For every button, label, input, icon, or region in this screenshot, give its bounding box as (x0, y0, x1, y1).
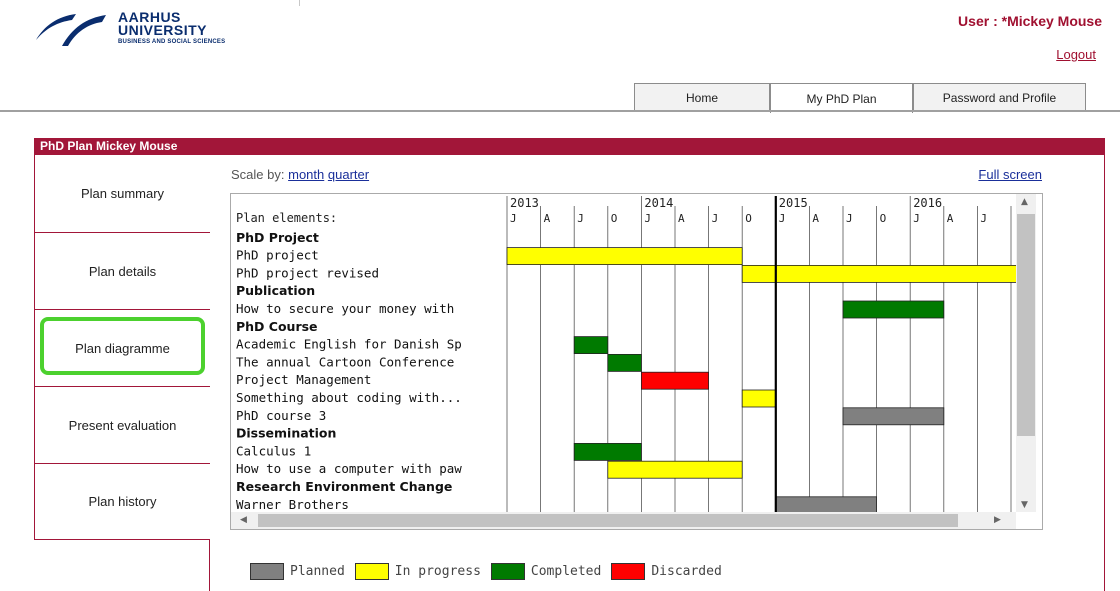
sidebar-item-plan-summary[interactable]: Plan summary (34, 155, 210, 233)
user-label: User : *Mickey Mouse (958, 13, 1102, 29)
horizontal-scroll-thumb[interactable] (258, 514, 958, 527)
scroll-left-icon[interactable]: ◀ (240, 515, 247, 525)
logo-text-university: UNIVERSITY (118, 22, 208, 38)
logout-link[interactable]: Logout (1056, 47, 1096, 62)
gantt-bar-completed (573, 442, 642, 461)
legend-label-planned: Planned (290, 564, 345, 579)
gantt-chart: 2013 2014 2015 2016 J A J O J A J O J A J O J A J Plan elem… (230, 193, 1043, 530)
plan-element-label: How to use a computer with paw (236, 461, 462, 476)
quarter-label: A (678, 212, 685, 225)
scale-by-label: Scale by: (231, 167, 285, 182)
year-label: 2016 (913, 196, 942, 210)
quarter-label: J (846, 212, 853, 225)
year-label: 2013 (510, 196, 539, 210)
gantt-bar-completed (573, 336, 609, 355)
sidebar-item-present-evaluation[interactable]: Present evaluation (34, 387, 210, 464)
quarter-label: J (712, 212, 719, 225)
quarter-label: J (577, 212, 584, 225)
section-heading: PhD Course (236, 319, 318, 334)
gantt-bar-in-progress (607, 460, 743, 479)
quarter-label: J (510, 212, 517, 225)
plan-element-label: The annual Cartoon Conference (236, 354, 454, 369)
legend: Planned In progress Completed Discarded (250, 563, 732, 580)
legend-swatch-planned (250, 563, 284, 580)
quarter-label: J (980, 212, 987, 225)
gantt-bar-discarded (640, 371, 709, 390)
scale-month-link[interactable]: month (288, 167, 324, 182)
sidebar-item-plan-history[interactable]: Plan history (34, 464, 210, 540)
gantt-bar-planned (842, 407, 945, 426)
browser-tab-edge (0, 0, 300, 6)
legend-label-discarded: Discarded (651, 564, 722, 579)
plan-element-label: Warner Brothers (236, 497, 349, 512)
quarter-label: A (812, 212, 819, 225)
scale-quarter-link[interactable]: quarter (328, 167, 369, 182)
gantt-bar-in-progress (741, 265, 1019, 283)
plan-elements-header: Plan elements: (236, 211, 337, 225)
legend-swatch-completed (490, 563, 525, 580)
plan-element-label: PhD project revised (236, 265, 379, 280)
plan-element-label: Project Management (236, 372, 371, 387)
gantt-bar-completed (842, 300, 945, 319)
gantt-bar-in-progress (741, 389, 777, 408)
sidebar-item-plan-details[interactable]: Plan details (34, 233, 210, 310)
tab-password-and-profile[interactable]: Password and Profile (913, 83, 1086, 112)
selected-item-highlight (40, 317, 205, 375)
vertical-scroll-thumb[interactable] (1017, 214, 1035, 436)
plan-element-label: Academic English for Danish Sp (236, 337, 462, 352)
panel-border (1104, 155, 1105, 591)
quarter-label: A (947, 212, 954, 225)
quarter-label: A (544, 212, 551, 225)
plan-element-label: Calculus 1 (236, 443, 311, 458)
scroll-down-icon[interactable]: ▼ (1021, 500, 1028, 510)
quarter-label: O (880, 212, 887, 225)
quarter-label: J (913, 212, 920, 225)
plan-element-label: How to secure your money with (236, 301, 454, 316)
header-divider (0, 110, 1120, 112)
legend-label-in-progress: In progress (394, 564, 481, 579)
plan-element-label: PhD project (236, 248, 319, 263)
quarter-label: J (779, 212, 786, 225)
scroll-up-icon[interactable]: ▲ (1021, 197, 1028, 207)
logo-text-faculty: BUSINESS AND SOCIAL SCIENCES (118, 39, 226, 45)
quarter-label: O (611, 212, 618, 225)
section-heading: Publication (236, 283, 315, 298)
full-screen-link[interactable]: Full screen (978, 167, 1042, 182)
tab-my-phd-plan[interactable]: My PhD Plan (770, 83, 913, 113)
year-label: 2015 (779, 196, 808, 210)
plan-element-label: Something about coding with... (236, 390, 462, 405)
plan-element-label: PhD course 3 (236, 408, 326, 423)
section-heading: PhD Project (236, 230, 319, 245)
quarter-label: O (745, 212, 752, 225)
quarter-label: J (644, 212, 651, 225)
legend-label-completed: Completed (530, 564, 602, 579)
scroll-right-icon[interactable]: ▶ (994, 515, 1001, 525)
legend-swatch-in-progress (354, 563, 389, 580)
gantt-chart-canvas: 2013 2014 2015 2016 J A J O J A J O J A J O J A J Plan elem… (236, 196, 1019, 529)
section-heading: Research Environment Change (236, 479, 452, 494)
gantt-bar-in-progress (506, 247, 743, 265)
tab-home[interactable]: Home (634, 83, 770, 112)
panel-title: PhD Plan Mickey Mouse (34, 138, 1105, 155)
section-heading: Dissemination (236, 426, 336, 441)
gantt-bar-completed (607, 353, 642, 372)
scale-by: Scale by: month quarter (231, 167, 369, 182)
year-label: 2014 (644, 196, 673, 210)
legend-swatch-discarded (611, 563, 646, 580)
